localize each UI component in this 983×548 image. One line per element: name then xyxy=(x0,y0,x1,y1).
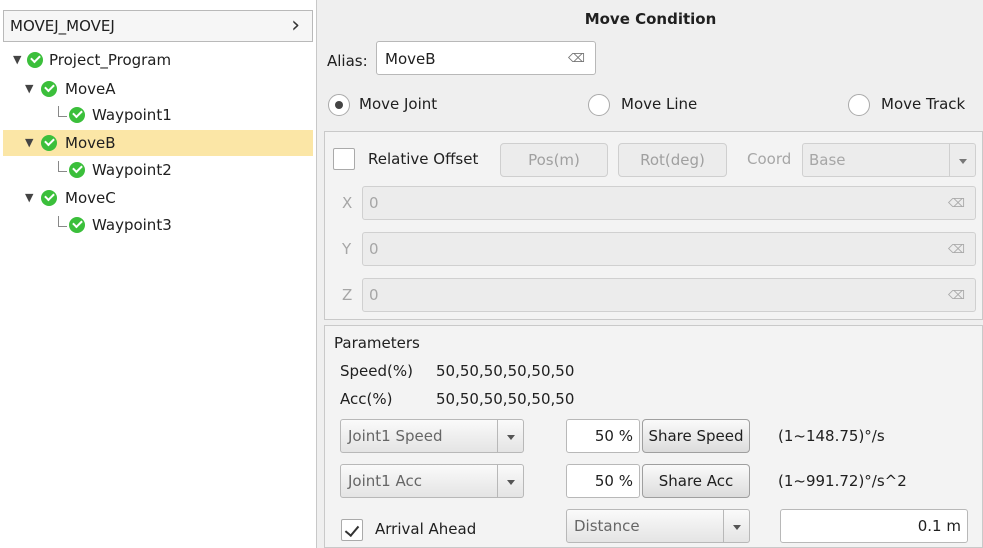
tree-node-project-program[interactable]: ▼ Project_Program xyxy=(3,47,313,73)
alias-value: MoveB xyxy=(385,50,436,68)
check-status-icon xyxy=(69,162,85,178)
arrival-ahead-label: Arrival Ahead xyxy=(375,520,477,538)
tree-header[interactable]: MOVEJ_MOVEJ › xyxy=(3,10,313,42)
joint-acc-select[interactable]: Joint1 Acc xyxy=(340,464,524,498)
arrival-distance-value: 0.1 m xyxy=(917,517,961,535)
arrival-distance-input[interactable]: 0.1 m xyxy=(780,509,968,543)
dropdown-arrow-icon xyxy=(723,510,749,542)
acc-percent-input[interactable]: 50 % xyxy=(566,464,640,498)
tree-node-label: Waypoint3 xyxy=(92,216,172,234)
x-value: 0 xyxy=(369,194,379,212)
panel-title: Move Condition xyxy=(584,10,717,28)
expand-triangle-icon[interactable]: ▼ xyxy=(25,82,33,95)
rot-button[interactable]: Rot(deg) xyxy=(618,143,727,177)
speed-percent-input[interactable]: 50 % xyxy=(566,419,640,453)
clear-icon[interactable]: ⌫ xyxy=(948,242,965,256)
relative-offset-label: Relative Offset xyxy=(368,150,479,168)
acc-label: Acc(%) xyxy=(340,390,393,408)
tree-node-moveb[interactable]: ▼ MoveB xyxy=(3,130,313,156)
tree-node-waypoint3[interactable]: Waypoint3 xyxy=(3,212,313,238)
expand-triangle-icon[interactable]: ▼ xyxy=(13,53,21,66)
check-status-icon xyxy=(41,81,57,97)
check-status-icon xyxy=(41,190,57,206)
expand-triangle-icon[interactable]: ▼ xyxy=(25,191,33,204)
clear-icon[interactable]: ⌫ xyxy=(948,196,965,210)
speed-percent-value: 50 % xyxy=(594,427,633,445)
expand-triangle-icon[interactable]: ▼ xyxy=(25,136,33,149)
dropdown-arrow-icon xyxy=(497,420,523,452)
coord-select[interactable]: Base xyxy=(802,143,976,177)
tree-connector xyxy=(58,161,67,172)
tree-node-label: Waypoint2 xyxy=(92,161,172,179)
alias-input[interactable]: MoveB ⌫ xyxy=(376,41,596,75)
tree-connector xyxy=(58,106,67,117)
acc-percent-value: 50 % xyxy=(594,472,633,490)
move-joint-radio[interactable] xyxy=(328,94,350,116)
speed-range: (1~148.75)°/s xyxy=(778,427,885,445)
tree-node-waypoint1[interactable]: Waypoint1 xyxy=(3,102,313,128)
tree-node-label: Waypoint1 xyxy=(92,106,172,124)
y-value: 0 xyxy=(369,240,379,258)
joint-speed-select[interactable]: Joint1 Speed xyxy=(340,419,524,453)
tree-node-movec[interactable]: ▼ MoveC xyxy=(3,185,313,211)
x-label: X xyxy=(342,194,353,212)
speed-value: 50,50,50,50,50,50 xyxy=(436,362,575,380)
move-line-label: Move Line xyxy=(621,95,698,113)
move-track-radio[interactable] xyxy=(848,94,870,116)
acc-range: (1~991.72)°/s^2 xyxy=(778,472,907,490)
z-label: Z xyxy=(342,286,353,304)
check-status-icon xyxy=(69,107,85,123)
program-tree-panel: MOVEJ_MOVEJ › ▼ Project_Program ▼ MoveA … xyxy=(0,0,317,548)
arrival-ahead-checkbox[interactable] xyxy=(341,519,363,541)
tree-node-label: MoveA xyxy=(65,80,116,98)
tree-node-label: Project_Program xyxy=(49,51,172,69)
share-speed-button[interactable]: Share Speed xyxy=(642,419,750,453)
arrival-mode-value: Distance xyxy=(574,517,640,535)
joint-speed-select-value: Joint1 Speed xyxy=(348,427,443,445)
check-status-icon xyxy=(27,52,43,68)
share-acc-button[interactable]: Share Acc xyxy=(642,464,750,498)
move-track-label: Move Track xyxy=(881,95,966,113)
chevron-right-icon[interactable]: › xyxy=(291,13,300,38)
z-value: 0 xyxy=(369,286,379,304)
y-input[interactable]: 0 ⌫ xyxy=(362,232,976,266)
y-label: Y xyxy=(342,240,352,258)
check-status-icon xyxy=(41,135,57,151)
joint-acc-select-value: Joint1 Acc xyxy=(348,472,422,490)
clear-icon[interactable]: ⌫ xyxy=(568,51,585,65)
coord-value: Base xyxy=(809,151,846,169)
parameters-title: Parameters xyxy=(334,334,420,352)
tree-node-label: MoveB xyxy=(65,134,116,152)
x-input[interactable]: 0 ⌫ xyxy=(362,186,976,220)
dropdown-arrow-icon xyxy=(497,465,523,497)
arrival-mode-select[interactable]: Distance xyxy=(566,509,750,543)
tree-node-label: MoveC xyxy=(65,189,116,207)
speed-label: Speed(%) xyxy=(340,362,413,380)
tree-connector xyxy=(58,216,67,227)
pos-button[interactable]: Pos(m) xyxy=(500,143,608,177)
tree-node-waypoint2[interactable]: Waypoint2 xyxy=(3,157,313,183)
acc-value: 50,50,50,50,50,50 xyxy=(436,390,575,408)
coord-label: Coord xyxy=(747,150,792,168)
tree-header-title: MOVEJ_MOVEJ xyxy=(10,17,115,35)
check-status-icon xyxy=(69,217,85,233)
z-input[interactable]: 0 ⌫ xyxy=(362,278,976,312)
tree-node-movea[interactable]: ▼ MoveA xyxy=(3,76,313,102)
move-line-radio[interactable] xyxy=(588,94,610,116)
alias-label: Alias: xyxy=(327,52,368,70)
relative-offset-checkbox[interactable] xyxy=(333,148,355,170)
move-joint-label: Move Joint xyxy=(359,95,438,113)
clear-icon[interactable]: ⌫ xyxy=(948,288,965,302)
dropdown-arrow-icon xyxy=(949,144,975,176)
